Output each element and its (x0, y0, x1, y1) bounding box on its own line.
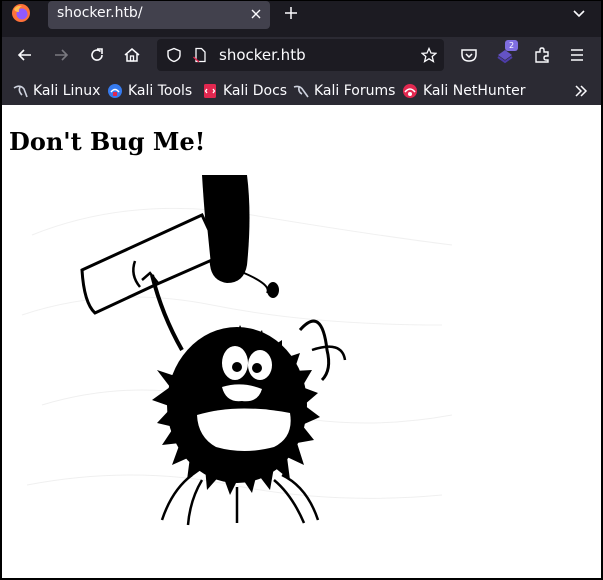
tab-active[interactable]: shocker.htb/ (48, 1, 270, 29)
hamburger-menu-icon[interactable] (567, 45, 587, 65)
url-bar[interactable]: shocker.htb (157, 39, 444, 71)
bookmark-label: Kali Forums (314, 83, 396, 99)
bookmarks-toolbar: Kali Linux Kali Tools Kali Docs Kali For… (2, 77, 601, 105)
bookmark-label: Kali Docs (223, 83, 288, 99)
bookmark-kali-linux[interactable]: Kali Linux (12, 81, 100, 101)
bookmark-kali-docs[interactable]: Kali Docs (202, 81, 287, 101)
navigation-toolbar: shocker.htb 2 (2, 37, 601, 77)
kali-docs-icon (204, 84, 216, 98)
bookmark-label: Kali Tools (128, 83, 193, 99)
shield-icon[interactable] (166, 47, 182, 63)
bookmark-kali-tools[interactable]: Kali Tools (107, 81, 192, 101)
kali-nethunter-icon (403, 84, 417, 98)
chevron-double-right-icon[interactable] (573, 83, 589, 99)
page-heading: Don't Bug Me! (9, 127, 206, 156)
reload-icon[interactable] (87, 45, 107, 65)
firefox-icon[interactable] (11, 3, 31, 23)
extensions-puzzle-icon[interactable] (532, 45, 552, 65)
chevron-down-icon[interactable] (571, 5, 587, 21)
tab-strip: shocker.htb/ (2, 1, 601, 37)
pocket-icon[interactable] (459, 45, 479, 65)
kali-tools-icon (108, 84, 122, 98)
kali-forums-icon (293, 85, 309, 98)
home-icon[interactable] (122, 45, 142, 65)
kali-dragon-icon (13, 85, 28, 98)
extension-badge: 2 (505, 40, 518, 51)
page-info-icon[interactable] (192, 47, 208, 63)
bookmark-label: Kali NetHunter (423, 83, 526, 99)
page-content: Don't Bug Me! (2, 105, 601, 578)
plus-icon[interactable] (282, 4, 300, 22)
bug-cartoon-image (21, 175, 453, 526)
back-arrow-icon[interactable] (15, 45, 35, 65)
bookmark-label: Kali Linux (33, 83, 101, 99)
bookmark-kali-nethunter[interactable]: Kali NetHunter (402, 81, 525, 101)
browser-window: shocker.htb/ shocker.htb 2 Kali Linux Ka… (2, 1, 601, 578)
url-text[interactable]: shocker.htb (219, 46, 306, 64)
close-icon[interactable] (248, 6, 264, 22)
bookmark-kali-forums[interactable]: Kali Forums (293, 81, 395, 101)
forward-arrow-icon[interactable] (51, 45, 71, 65)
tab-title: shocker.htb/ (57, 5, 143, 21)
star-icon[interactable] (421, 47, 437, 63)
